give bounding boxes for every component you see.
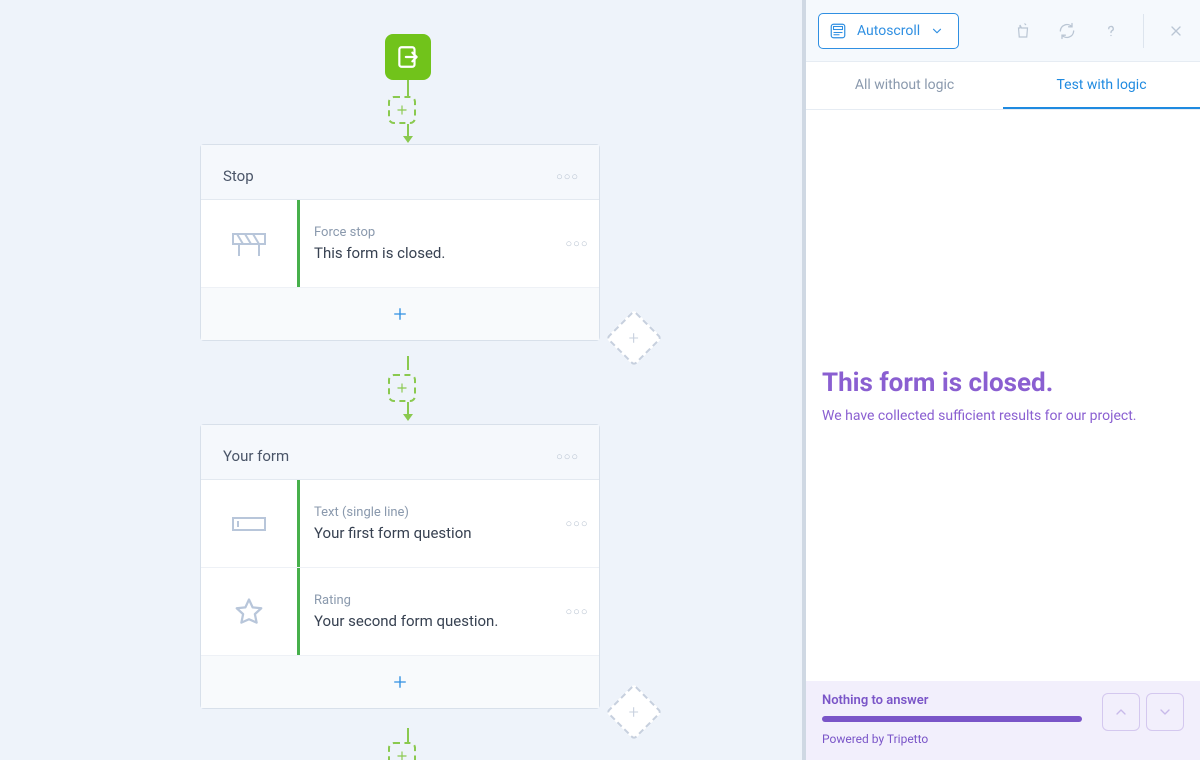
divider (1143, 14, 1144, 48)
block-type-label: Force stop (314, 225, 547, 240)
connector (406, 80, 410, 96)
preview-tabs: All without logic Test with logic (806, 62, 1200, 110)
block-icon-cell (201, 480, 297, 567)
section-add-button[interactable] (201, 656, 599, 708)
section-title: Your form (223, 447, 289, 465)
preview-toolbar: Autoscroll (806, 0, 1200, 62)
block-type-label: Rating (314, 593, 547, 608)
more-menu-icon: ○○○ (566, 605, 589, 618)
add-block-button[interactable] (388, 374, 416, 402)
connector (406, 124, 410, 136)
block-text: This form is closed. (314, 244, 547, 262)
preview-panel: Autoscroll All without logic Test with l… (802, 0, 1200, 760)
refresh-icon[interactable] (1055, 19, 1079, 43)
block-content: Force stop This form is closed. (300, 200, 555, 287)
section-header[interactable]: Stop ○○○ (201, 145, 599, 200)
block-content: Text (single line) Your first form quest… (300, 480, 555, 567)
connector (406, 402, 410, 414)
plus-icon (395, 103, 409, 117)
form-face-icon (829, 22, 847, 40)
prev-button[interactable] (1102, 693, 1140, 731)
add-branch-button[interactable]: + (606, 684, 663, 741)
block-more[interactable]: ○○○ (555, 200, 599, 287)
preview-subtitle: We have collected sufficient results for… (822, 408, 1184, 424)
text-input-icon (231, 514, 267, 534)
star-icon (234, 597, 264, 627)
block-icon-cell (201, 200, 297, 287)
chevron-down-icon (1157, 704, 1173, 720)
footer-status-label: Nothing to answer (822, 693, 1090, 708)
block-more[interactable]: ○○○ (555, 568, 599, 655)
add-block-button[interactable] (388, 96, 416, 124)
more-menu-icon[interactable]: ○○○ (556, 170, 579, 183)
barrier-icon (231, 230, 267, 258)
progress-bar (822, 716, 1082, 722)
clear-icon[interactable] (1011, 19, 1035, 43)
plus-icon (391, 305, 409, 323)
enter-icon (395, 44, 421, 70)
flow-canvas[interactable]: Stop ○○○ (0, 0, 802, 760)
section-add-button[interactable] (201, 288, 599, 340)
help-icon[interactable] (1099, 19, 1123, 43)
more-menu-icon: ○○○ (566, 517, 589, 530)
more-menu-icon: ○○○ (566, 237, 589, 250)
plus-icon (395, 381, 409, 395)
arrow-down-icon (401, 414, 415, 424)
preview-title: This form is closed. (822, 368, 1184, 398)
section-title: Stop (223, 167, 254, 185)
add-branch-button[interactable]: + (606, 310, 663, 367)
footer-nav (1102, 693, 1184, 731)
section-header[interactable]: Your form ○○○ (201, 425, 599, 480)
chevron-down-icon (930, 24, 944, 38)
more-menu-icon[interactable]: ○○○ (556, 450, 579, 463)
add-block-button[interactable] (388, 742, 416, 760)
preview-body: This form is closed. We have collected s… (806, 110, 1200, 681)
block-type-label: Text (single line) (314, 505, 547, 520)
plus-icon (391, 673, 409, 691)
connector (406, 728, 410, 742)
close-icon[interactable] (1164, 19, 1188, 43)
block-row[interactable]: Force stop This form is closed. ○○○ (201, 200, 599, 288)
start-node[interactable] (385, 34, 431, 80)
block-more[interactable]: ○○○ (555, 480, 599, 567)
connector (406, 356, 410, 370)
preview-footer: Nothing to answer Powered by Tripetto (806, 681, 1200, 760)
autoscroll-dropdown[interactable]: Autoscroll (818, 13, 959, 49)
section-card-stop[interactable]: Stop ○○○ (200, 144, 600, 341)
plus-icon: + (629, 701, 639, 722)
block-row[interactable]: Rating Your second form question. ○○○ (201, 568, 599, 656)
block-text: Your second form question. (314, 612, 547, 630)
block-content: Rating Your second form question. (300, 568, 555, 655)
block-text: Your first form question (314, 524, 547, 542)
powered-by-link[interactable]: Powered by Tripetto (822, 732, 1090, 746)
chevron-up-icon (1113, 704, 1129, 720)
block-icon-cell (201, 568, 297, 655)
plus-icon: + (629, 327, 639, 348)
next-button[interactable] (1146, 693, 1184, 731)
section-card-form[interactable]: Your form ○○○ Text (single line) Your fi… (200, 424, 600, 709)
tab-all-without-logic[interactable]: All without logic (806, 62, 1003, 109)
block-row[interactable]: Text (single line) Your first form quest… (201, 480, 599, 568)
plus-icon (395, 749, 409, 760)
tab-test-with-logic[interactable]: Test with logic (1003, 62, 1200, 109)
autoscroll-label: Autoscroll (857, 23, 920, 39)
